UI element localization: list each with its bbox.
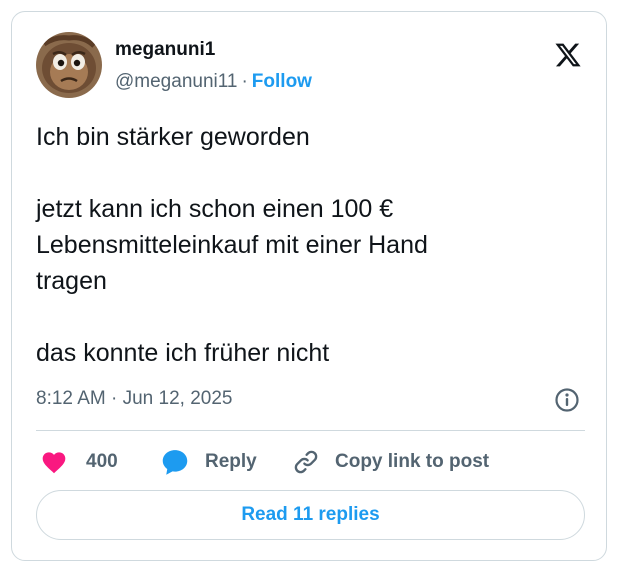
copy-link-label: Copy link to post	[335, 451, 490, 472]
x-logo-icon[interactable]	[553, 41, 583, 69]
avatar[interactable]	[36, 32, 102, 98]
handle-row: @meganuni11 · Follow	[115, 71, 312, 93]
link-icon	[294, 450, 318, 474]
avatar-image	[36, 32, 102, 98]
action-bar: 400 Reply Copy link to post	[36, 442, 585, 482]
tweet-card: meganuni1 @meganuni11 · Follow Ich bin stä…	[11, 11, 607, 561]
like-count: 400	[86, 451, 118, 472]
reply-button[interactable]: Reply	[160, 442, 257, 482]
copy-link-button[interactable]: Copy link to post	[292, 442, 489, 482]
speech-bubble-icon	[162, 450, 188, 475]
display-name[interactable]: meganuni1	[115, 39, 215, 61]
divider	[36, 430, 585, 431]
follow-button[interactable]: Follow	[252, 71, 312, 92]
heart-icon	[42, 452, 66, 474]
tweet-text: Ich bin stärker geworden jetzt kann ich …	[36, 123, 428, 367]
like-button[interactable]: 400	[40, 442, 118, 482]
read-replies-button[interactable]: Read 11 replies	[36, 490, 585, 540]
timestamp[interactable]: 8:12 AM · Jun 12, 2025	[36, 388, 232, 410]
info-icon[interactable]	[554, 387, 580, 413]
user-handle[interactable]: @meganuni11	[115, 71, 237, 92]
separator-dot: ·	[241, 71, 248, 92]
reply-label: Reply	[205, 451, 257, 472]
